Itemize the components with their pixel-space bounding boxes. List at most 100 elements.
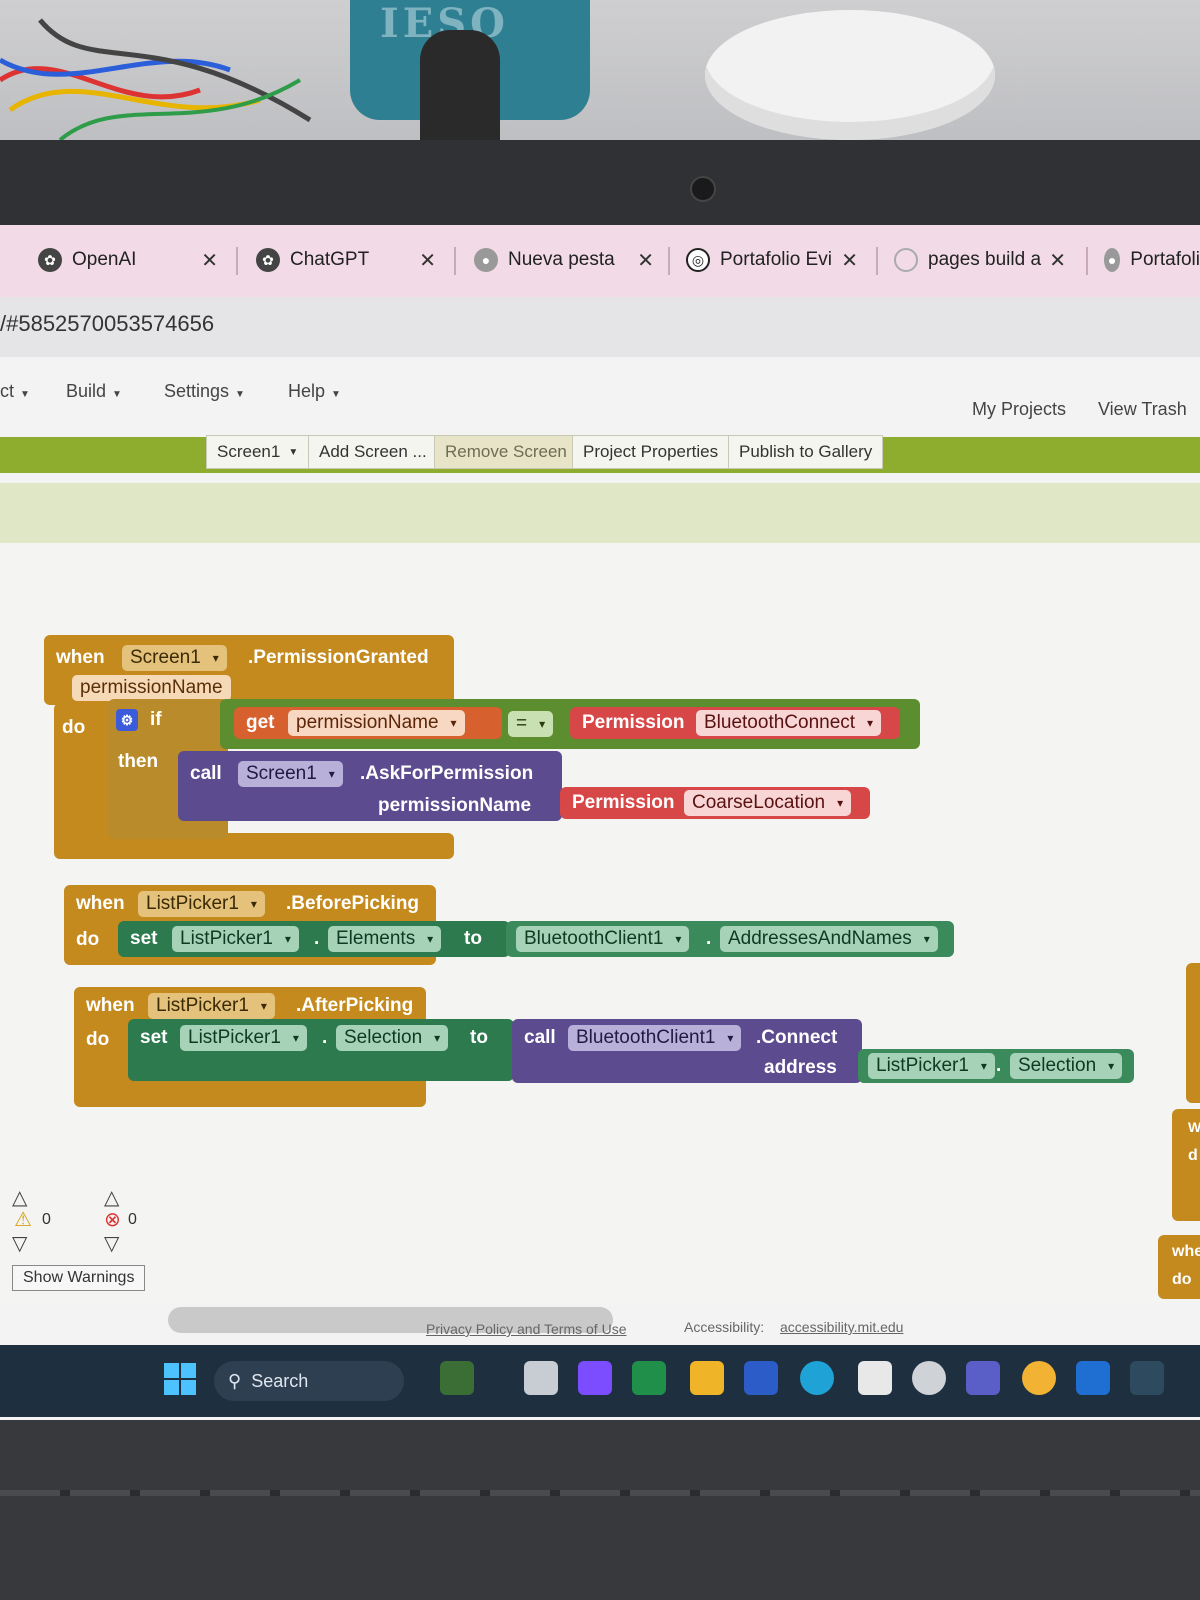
dell-icon[interactable] — [912, 1361, 946, 1395]
chrome-icon[interactable] — [1022, 1361, 1056, 1395]
caret-down-icon: ▼ — [235, 389, 245, 400]
component-dropdown[interactable]: ListPicker1 — [148, 993, 275, 1019]
arrow-up-icon[interactable]: △ — [104, 1185, 119, 1209]
caret-down-icon: ▼ — [112, 389, 122, 400]
view-trash-link[interactable]: View Trash — [1098, 399, 1187, 420]
my-projects-link[interactable]: My Projects — [972, 399, 1066, 420]
component-dropdown[interactable]: ListPicker1 — [180, 1025, 307, 1051]
tab-pages-build[interactable]: pages build a ✕ — [894, 235, 1066, 285]
warning-count: 0 — [42, 1211, 51, 1228]
close-icon[interactable]: ✕ — [841, 248, 858, 273]
offscreen-block[interactable] — [1186, 963, 1200, 1103]
close-icon[interactable]: ✕ — [201, 248, 218, 273]
edge-icon[interactable] — [800, 1361, 834, 1395]
component-dropdown[interactable]: Screen1 — [122, 645, 227, 671]
tab-portafoli[interactable]: ● Portafoli — [1104, 235, 1200, 285]
app-icon[interactable] — [1130, 1361, 1164, 1395]
menu-label: Help — [288, 381, 326, 401]
blocks-workspace[interactable]: when Screen1 .PermissionGranted permissi… — [0, 543, 1200, 1303]
spinner-icon — [894, 248, 918, 272]
taskbar-search[interactable]: ⚲ Search — [214, 1361, 404, 1401]
variable-dropdown[interactable]: permissionName — [288, 710, 465, 736]
file-explorer-icon[interactable] — [690, 1361, 724, 1395]
partial-label: do — [1172, 1271, 1192, 1288]
store-icon[interactable] — [858, 1361, 892, 1395]
gear-icon[interactable]: ⚙ — [116, 709, 138, 731]
close-icon[interactable]: ✕ — [637, 248, 654, 273]
copilot-icon[interactable] — [578, 1361, 612, 1395]
addresses-and-names-getter[interactable]: BluetoothClient1 . AddressesAndNames — [506, 921, 954, 957]
tab-nueva-pestana[interactable]: ● Nueva pesta ✕ — [474, 235, 654, 285]
dot-separator: . — [322, 1027, 328, 1048]
windows-start-icon[interactable] — [164, 1363, 196, 1395]
selection-getter[interactable]: ListPicker1 . Selection — [858, 1049, 1134, 1083]
menu-build[interactable]: Build ▼ — [66, 381, 122, 402]
close-icon[interactable]: ✕ — [419, 248, 436, 273]
permission-label: Permission — [572, 792, 675, 813]
arrow-down-icon[interactable]: ▽ — [12, 1231, 27, 1255]
property-dropdown[interactable]: Selection — [1010, 1053, 1123, 1079]
app-icon[interactable] — [440, 1361, 474, 1395]
set-selection-block[interactable]: set ListPicker1 . Selection to — [128, 1019, 514, 1081]
component-dropdown[interactable]: ListPicker1 — [138, 891, 265, 917]
task-view-icon[interactable] — [524, 1361, 558, 1395]
offscreen-block[interactable]: W d — [1172, 1109, 1200, 1221]
tab-separator — [668, 247, 670, 275]
permission-dropdown[interactable]: CoarseLocation — [684, 790, 852, 816]
event-parameter[interactable]: permissionName — [72, 675, 231, 701]
permission-block[interactable]: Permission BluetoothConnect — [570, 707, 900, 739]
offscreen-block[interactable]: whe do — [1158, 1235, 1200, 1299]
component-dropdown[interactable]: BluetoothClient1 — [516, 926, 690, 952]
menu-help[interactable]: Help ▼ — [288, 381, 341, 402]
app-menu-bar: ct ▼ Build ▼ Settings ▼ Help ▼ My Projects V… — [0, 357, 1200, 437]
screen-label: Screen1 — [217, 442, 281, 461]
caret-down-icon: ▼ — [20, 389, 30, 400]
tab-chatgpt[interactable]: ✿ ChatGPT ✕ — [256, 235, 436, 285]
permission-dropdown[interactable]: BluetoothConnect — [696, 710, 882, 736]
event-block-permission-granted[interactable]: when Screen1 .PermissionGranted permissi… — [44, 635, 454, 705]
openai-icon: ✿ — [38, 248, 62, 272]
teams-icon[interactable] — [966, 1361, 1000, 1395]
vscode-icon[interactable] — [1076, 1361, 1110, 1395]
arrow-up-icon[interactable]: △ — [12, 1185, 27, 1209]
publish-to-gallery-button[interactable]: Publish to Gallery — [728, 435, 884, 469]
close-icon[interactable]: ✕ — [1049, 248, 1066, 273]
argument-label: permissionName — [378, 795, 532, 816]
show-warnings-button[interactable]: Show Warnings — [12, 1265, 146, 1291]
excel-icon[interactable] — [632, 1361, 666, 1395]
call-ask-for-permission-block[interactable]: call Screen1 .AskForPermission permissio… — [178, 751, 562, 821]
tab-label: Portafolio Evi — [720, 249, 832, 270]
menu-settings[interactable]: Settings ▼ — [164, 381, 245, 402]
knob-image — [420, 30, 500, 150]
component-dropdown[interactable]: ListPicker1 — [868, 1053, 995, 1079]
menu-project[interactable]: ct ▼ — [0, 381, 30, 402]
component-dropdown[interactable]: Screen1 — [238, 761, 343, 787]
do-keyword: do — [86, 1029, 110, 1050]
call-connect-block[interactable]: call BluetoothClient1 .Connect address — [512, 1019, 862, 1083]
property-dropdown[interactable]: Elements — [328, 926, 442, 952]
tab-openai[interactable]: ✿ OpenAI ✕ — [38, 235, 218, 285]
component-dropdown[interactable]: BluetoothClient1 — [568, 1025, 742, 1051]
error-count: 0 — [128, 1211, 137, 1228]
address-bar[interactable]: /#5852570053574656 — [0, 297, 1200, 357]
privacy-link[interactable]: Privacy Policy and Terms of Use — [426, 1321, 626, 1337]
tab-separator — [454, 247, 456, 275]
property-dropdown[interactable]: AddressesAndNames — [720, 926, 938, 952]
get-variable-block[interactable]: get permissionName — [234, 707, 502, 739]
arrow-down-icon[interactable]: ▽ — [104, 1231, 119, 1255]
project-properties-button[interactable]: Project Properties — [572, 435, 730, 469]
compare-block[interactable]: get permissionName = Permission Bluetoot… — [220, 699, 920, 749]
globe-icon: ● — [1104, 248, 1121, 272]
permission-block[interactable]: Permission CoarseLocation — [560, 787, 870, 819]
component-dropdown[interactable]: ListPicker1 — [172, 926, 299, 952]
remove-screen-button[interactable]: Remove Screen — [434, 435, 578, 469]
accessibility-link[interactable]: accessibility.mit.edu — [780, 1319, 903, 1335]
word-icon[interactable] — [744, 1361, 778, 1395]
operator-dropdown[interactable]: = — [508, 711, 554, 737]
property-dropdown[interactable]: Selection — [336, 1025, 449, 1051]
when-keyword: when — [56, 647, 105, 668]
add-screen-button[interactable]: Add Screen ... — [308, 435, 438, 469]
tab-portafolio[interactable]: ◎ Portafolio Evi ✕ — [686, 235, 858, 285]
set-elements-block[interactable]: set ListPicker1 . Elements to — [118, 921, 510, 957]
screen-selector[interactable]: Screen1 ▼ — [206, 435, 310, 469]
